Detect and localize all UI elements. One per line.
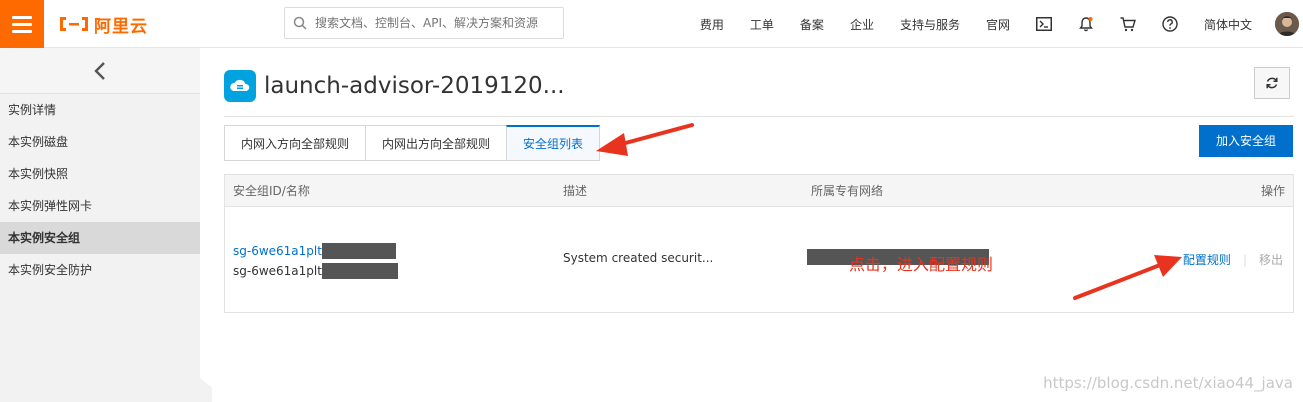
- arrow-to-tab: [596, 123, 694, 156]
- annotation-text: 点击，进入配置规则: [849, 255, 994, 274]
- watermark: https://blog.csdn.net/xiao44_java: [1043, 374, 1293, 392]
- arrow-to-configure: [1073, 255, 1182, 300]
- annotation-arrows: [596, 123, 1182, 300]
